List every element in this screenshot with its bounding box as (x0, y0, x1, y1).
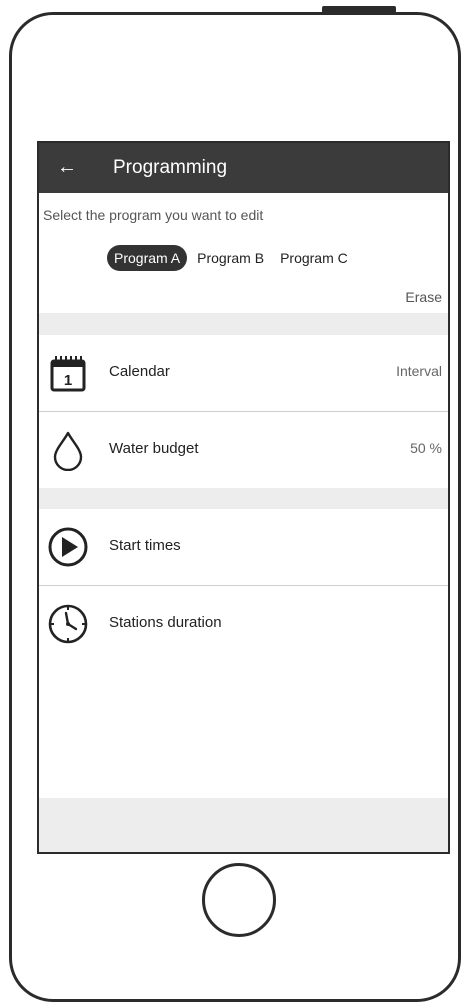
tab-program-c[interactable]: Program C (274, 245, 354, 271)
calendar-day-number: 1 (64, 372, 72, 389)
water-budget-value: 50 % (410, 440, 442, 456)
water-drop-icon (53, 431, 83, 471)
empty-content-area (39, 662, 448, 798)
program-selector: Select the program you want to edit Prog… (39, 193, 448, 313)
stations-duration-row[interactable]: Stations duration (39, 586, 448, 662)
calendar-label: Calendar (109, 363, 170, 380)
app-screen: ← Programming Select the program you wan… (37, 141, 450, 854)
water-budget-row[interactable]: Water budget 50 % (39, 412, 448, 488)
water-budget-label: Water budget (109, 440, 199, 457)
arrow-left-icon[interactable]: ← (57, 155, 77, 179)
phone-side-button (322, 6, 396, 13)
page-title: Programming (113, 157, 228, 178)
calendar-row[interactable]: 1 Calendar Interval (39, 335, 448, 411)
select-program-hint: Select the program you want to edit (43, 207, 264, 223)
play-circle-icon (48, 527, 88, 567)
start-times-row[interactable]: Start times (39, 509, 448, 585)
app-bar: ← Programming (39, 143, 448, 193)
calendar-icon: 1 (50, 356, 86, 392)
stations-duration-label: Stations duration (109, 614, 222, 631)
program-tabs: Program A Program B Program C (107, 245, 354, 271)
tab-program-a[interactable]: Program A (107, 245, 188, 271)
home-button[interactable] (202, 863, 276, 937)
erase-button[interactable]: Erase (405, 289, 442, 305)
start-times-label: Start times (109, 537, 181, 554)
tab-program-b[interactable]: Program B (191, 245, 270, 271)
calendar-value: Interval (396, 363, 442, 379)
clock-icon (48, 604, 88, 644)
